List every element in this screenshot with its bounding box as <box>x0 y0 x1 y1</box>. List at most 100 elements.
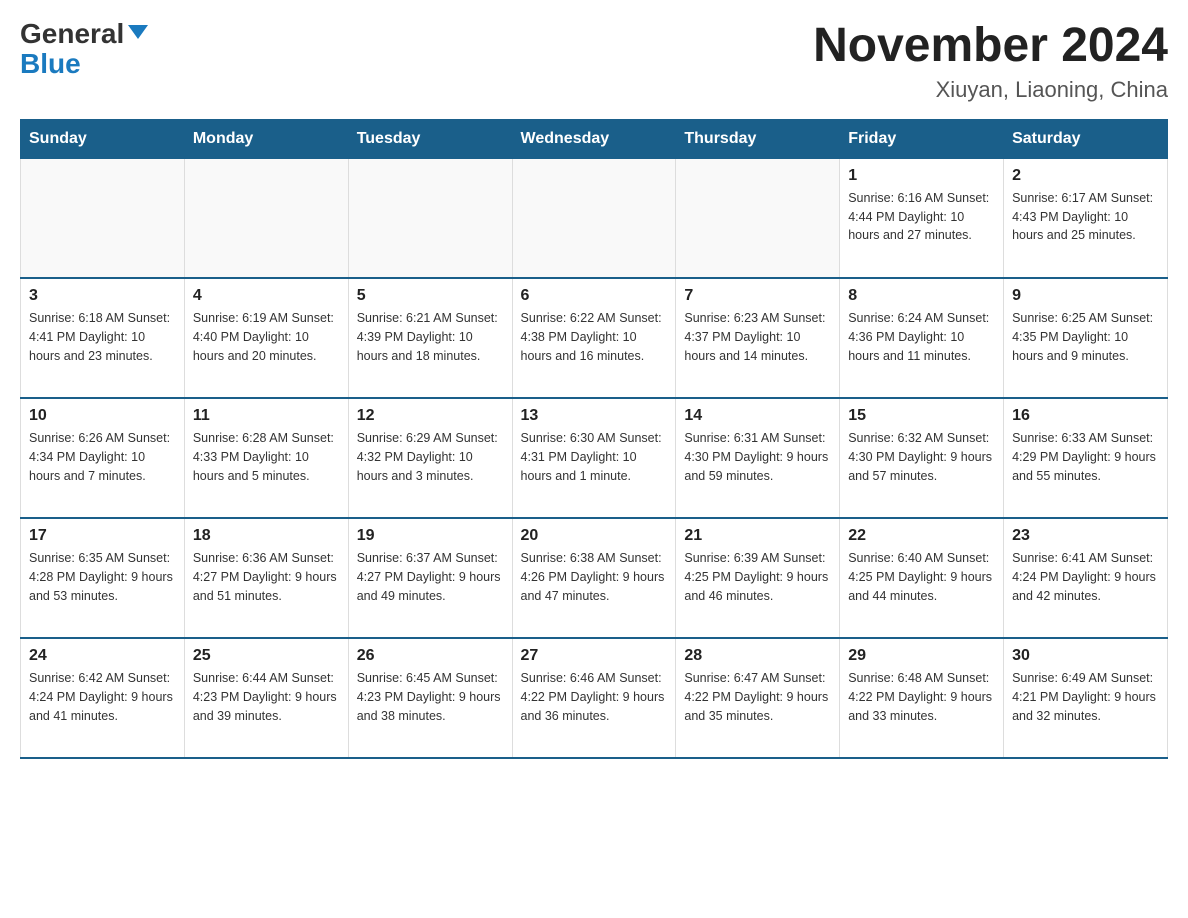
calendar-cell <box>21 158 185 278</box>
day-number: 3 <box>29 287 176 305</box>
day-number: 5 <box>357 287 504 305</box>
day-info: Sunrise: 6:18 AM Sunset: 4:41 PM Dayligh… <box>29 309 176 365</box>
day-number: 12 <box>357 407 504 425</box>
weekday-header-wednesday: Wednesday <box>512 119 676 158</box>
day-number: 16 <box>1012 407 1159 425</box>
day-info: Sunrise: 6:47 AM Sunset: 4:22 PM Dayligh… <box>684 669 831 725</box>
calendar-cell: 20 Sunrise: 6:38 AM Sunset: 4:26 PM Dayli… <box>512 518 676 638</box>
day-info: Sunrise: 6:38 AM Sunset: 4:26 PM Dayligh… <box>521 549 668 605</box>
day-number: 24 <box>29 647 176 665</box>
logo-general-text: General <box>20 20 124 48</box>
calendar-cell: 19 Sunrise: 6:37 AM Sunset: 4:27 PM Dayli… <box>348 518 512 638</box>
calendar-cell: 24 Sunrise: 6:42 AM Sunset: 4:24 PM Dayli… <box>21 638 185 758</box>
calendar-cell: 17Sunrise: 6:35 AM Sunset: 4:28 PM Dayli… <box>21 518 185 638</box>
day-info: Sunrise: 6:45 AM Sunset: 4:23 PM Dayligh… <box>357 669 504 725</box>
day-number: 7 <box>684 287 831 305</box>
day-info: Sunrise: 6:23 AM Sunset: 4:37 PM Dayligh… <box>684 309 831 365</box>
day-number: 21 <box>684 527 831 545</box>
calendar-table: SundayMondayTuesdayWednesdayThursdayFrid… <box>20 119 1168 760</box>
logo-blue-text: Blue <box>20 50 81 78</box>
day-number: 22 <box>848 527 995 545</box>
day-number: 9 <box>1012 287 1159 305</box>
day-info: Sunrise: 6:24 AM Sunset: 4:36 PM Dayligh… <box>848 309 995 365</box>
day-number: 8 <box>848 287 995 305</box>
calendar-cell: 16Sunrise: 6:33 AM Sunset: 4:29 PM Dayli… <box>1004 398 1168 518</box>
calendar-week-row: 10Sunrise: 6:26 AM Sunset: 4:34 PM Dayli… <box>21 398 1168 518</box>
weekday-header-friday: Friday <box>840 119 1004 158</box>
calendar-header-row: SundayMondayTuesdayWednesdayThursdayFrid… <box>21 119 1168 158</box>
calendar-cell: 25Sunrise: 6:44 AM Sunset: 4:23 PM Dayli… <box>184 638 348 758</box>
calendar-cell: 5 Sunrise: 6:21 AM Sunset: 4:39 PM Daylig… <box>348 278 512 398</box>
day-number: 23 <box>1012 527 1159 545</box>
day-number: 4 <box>193 287 340 305</box>
day-info: Sunrise: 6:25 AM Sunset: 4:35 PM Dayligh… <box>1012 309 1159 365</box>
day-number: 20 <box>521 527 668 545</box>
day-info: Sunrise: 6:26 AM Sunset: 4:34 PM Dayligh… <box>29 429 176 485</box>
day-number: 13 <box>521 407 668 425</box>
calendar-week-row: 1 Sunrise: 6:16 AM Sunset: 4:44 PM Daylig… <box>21 158 1168 278</box>
day-info: Sunrise: 6:46 AM Sunset: 4:22 PM Dayligh… <box>521 669 668 725</box>
day-number: 6 <box>521 287 668 305</box>
weekday-header-thursday: Thursday <box>676 119 840 158</box>
day-number: 19 <box>357 527 504 545</box>
calendar-cell: 4Sunrise: 6:19 AM Sunset: 4:40 PM Daylig… <box>184 278 348 398</box>
day-number: 11 <box>193 407 340 425</box>
day-number: 15 <box>848 407 995 425</box>
calendar-cell <box>184 158 348 278</box>
day-info: Sunrise: 6:29 AM Sunset: 4:32 PM Dayligh… <box>357 429 504 485</box>
day-number: 17 <box>29 527 176 545</box>
calendar-cell: 30Sunrise: 6:49 AM Sunset: 4:21 PM Dayli… <box>1004 638 1168 758</box>
calendar-cell: 22 Sunrise: 6:40 AM Sunset: 4:25 PM Dayli… <box>840 518 1004 638</box>
day-info: Sunrise: 6:30 AM Sunset: 4:31 PM Dayligh… <box>521 429 668 485</box>
day-info: Sunrise: 6:48 AM Sunset: 4:22 PM Dayligh… <box>848 669 995 725</box>
calendar-cell: 1 Sunrise: 6:16 AM Sunset: 4:44 PM Daylig… <box>840 158 1004 278</box>
calendar-cell: 21 Sunrise: 6:39 AM Sunset: 4:25 PM Dayli… <box>676 518 840 638</box>
day-info: Sunrise: 6:39 AM Sunset: 4:25 PM Dayligh… <box>684 549 831 605</box>
calendar-cell: 29 Sunrise: 6:48 AM Sunset: 4:22 PM Dayli… <box>840 638 1004 758</box>
header: General Blue November 2024 Xiuyan, Liaon… <box>20 20 1168 103</box>
day-info: Sunrise: 6:31 AM Sunset: 4:30 PM Dayligh… <box>684 429 831 485</box>
calendar-cell: 6 Sunrise: 6:22 AM Sunset: 4:38 PM Daylig… <box>512 278 676 398</box>
calendar-cell: 15 Sunrise: 6:32 AM Sunset: 4:30 PM Dayli… <box>840 398 1004 518</box>
day-info: Sunrise: 6:16 AM Sunset: 4:44 PM Dayligh… <box>848 189 995 245</box>
calendar-cell: 7 Sunrise: 6:23 AM Sunset: 4:37 PM Daylig… <box>676 278 840 398</box>
calendar-week-row: 24 Sunrise: 6:42 AM Sunset: 4:24 PM Dayli… <box>21 638 1168 758</box>
day-info: Sunrise: 6:36 AM Sunset: 4:27 PM Dayligh… <box>193 549 340 605</box>
day-info: Sunrise: 6:37 AM Sunset: 4:27 PM Dayligh… <box>357 549 504 605</box>
day-number: 18 <box>193 527 340 545</box>
calendar-cell: 2Sunrise: 6:17 AM Sunset: 4:43 PM Daylig… <box>1004 158 1168 278</box>
day-number: 29 <box>848 647 995 665</box>
day-info: Sunrise: 6:22 AM Sunset: 4:38 PM Dayligh… <box>521 309 668 365</box>
logo: General Blue <box>20 20 148 78</box>
calendar-cell: 13 Sunrise: 6:30 AM Sunset: 4:31 PM Dayli… <box>512 398 676 518</box>
day-info: Sunrise: 6:41 AM Sunset: 4:24 PM Dayligh… <box>1012 549 1159 605</box>
day-info: Sunrise: 6:21 AM Sunset: 4:39 PM Dayligh… <box>357 309 504 365</box>
day-info: Sunrise: 6:32 AM Sunset: 4:30 PM Dayligh… <box>848 429 995 485</box>
day-number: 14 <box>684 407 831 425</box>
day-number: 26 <box>357 647 504 665</box>
weekday-header-saturday: Saturday <box>1004 119 1168 158</box>
day-number: 1 <box>848 167 995 185</box>
day-number: 28 <box>684 647 831 665</box>
calendar-cell: 27Sunrise: 6:46 AM Sunset: 4:22 PM Dayli… <box>512 638 676 758</box>
title-area: November 2024 Xiuyan, Liaoning, China <box>813 20 1168 103</box>
calendar-cell: 23 Sunrise: 6:41 AM Sunset: 4:24 PM Dayli… <box>1004 518 1168 638</box>
calendar-cell: 11Sunrise: 6:28 AM Sunset: 4:33 PM Dayli… <box>184 398 348 518</box>
calendar-cell <box>512 158 676 278</box>
calendar-cell: 10Sunrise: 6:26 AM Sunset: 4:34 PM Dayli… <box>21 398 185 518</box>
calendar-week-row: 3 Sunrise: 6:18 AM Sunset: 4:41 PM Daylig… <box>21 278 1168 398</box>
calendar-cell <box>348 158 512 278</box>
weekday-header-monday: Monday <box>184 119 348 158</box>
day-info: Sunrise: 6:17 AM Sunset: 4:43 PM Dayligh… <box>1012 189 1159 245</box>
weekday-header-sunday: Sunday <box>21 119 185 158</box>
calendar-cell: 18 Sunrise: 6:36 AM Sunset: 4:27 PM Dayli… <box>184 518 348 638</box>
day-info: Sunrise: 6:40 AM Sunset: 4:25 PM Dayligh… <box>848 549 995 605</box>
day-info: Sunrise: 6:49 AM Sunset: 4:21 PM Dayligh… <box>1012 669 1159 725</box>
calendar-cell: 12 Sunrise: 6:29 AM Sunset: 4:32 PM Dayli… <box>348 398 512 518</box>
calendar-cell: 3 Sunrise: 6:18 AM Sunset: 4:41 PM Daylig… <box>21 278 185 398</box>
calendar-week-row: 17Sunrise: 6:35 AM Sunset: 4:28 PM Dayli… <box>21 518 1168 638</box>
location-title: Xiuyan, Liaoning, China <box>813 77 1168 103</box>
day-info: Sunrise: 6:42 AM Sunset: 4:24 PM Dayligh… <box>29 669 176 725</box>
day-info: Sunrise: 6:44 AM Sunset: 4:23 PM Dayligh… <box>193 669 340 725</box>
calendar-cell: 9 Sunrise: 6:25 AM Sunset: 4:35 PM Daylig… <box>1004 278 1168 398</box>
